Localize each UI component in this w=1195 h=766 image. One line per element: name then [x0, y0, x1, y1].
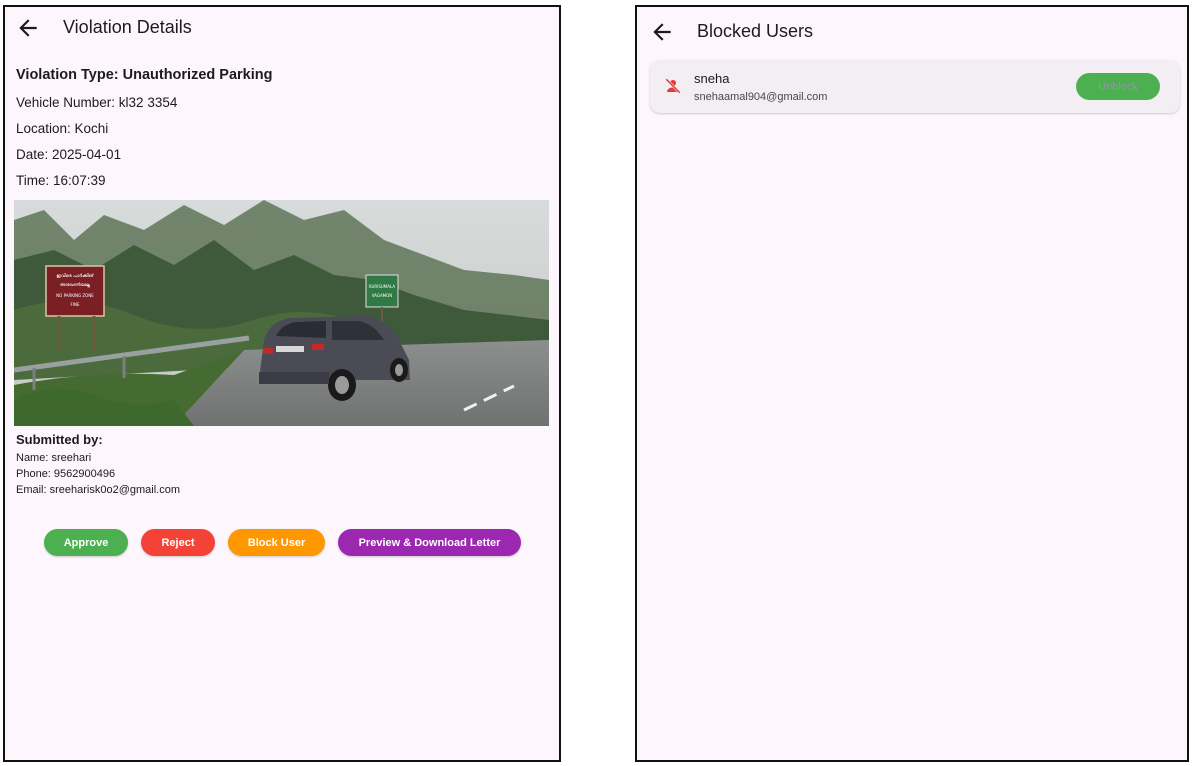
submitted-by-heading: Submitted by: [16, 432, 103, 447]
time: Time: 16:07:39 [16, 173, 106, 188]
violation-photo: ഇവിടെ പാർക്കിങ് അനുവദനീയമല്ല NO PARKING … [14, 200, 549, 426]
right-sign-line-2: VAGAMON [372, 293, 393, 298]
left-sign-line-1: ഇവിടെ പാർക്കിങ് [56, 273, 94, 279]
location: Location: Kochi [16, 121, 109, 136]
back-arrow-icon[interactable] [649, 19, 675, 45]
blocked-users-screen: Blocked Users sneha snehaamal904@gmail.c… [635, 5, 1189, 762]
submitter-name: Name: sreehari [16, 452, 92, 464]
violation-details-screen: Violation Details Violation Type: Unauth… [3, 5, 561, 762]
person-off-icon [664, 77, 682, 95]
unblock-button[interactable]: Unblock [1076, 73, 1160, 100]
page-title: Violation Details [63, 17, 192, 37]
right-sign-line-1: KURISUMALA [369, 284, 395, 289]
page-title: Blocked Users [697, 21, 814, 41]
app-bar: Blocked Users [637, 7, 1187, 51]
vehicle-number: Vehicle Number: kl32 3354 [16, 95, 178, 110]
preview-download-letter-button[interactable]: Preview & Download Letter [338, 529, 521, 556]
block-user-button[interactable]: Block User [228, 529, 325, 556]
back-arrow-icon[interactable] [15, 15, 41, 41]
app-bar: Violation Details [5, 7, 559, 51]
left-sign-line-3: NO PARKING ZONE [56, 293, 94, 298]
date: Date: 2025-04-01 [16, 147, 122, 162]
submitter-email: Email: sreeharisk0o2@gmail.com [16, 484, 181, 496]
blocked-user-item: sneha snehaamal904@gmail.com Unblock [650, 60, 1180, 113]
reject-button[interactable]: Reject [141, 529, 215, 556]
submitter-phone: Phone: 9562900496 [16, 468, 116, 480]
approve-button[interactable]: Approve [44, 529, 128, 556]
blocked-user-name: sneha [694, 71, 730, 86]
violation-type: Violation Type: Unauthorized Parking [16, 67, 273, 83]
blocked-user-email: snehaamal904@gmail.com [694, 91, 828, 103]
left-sign-line-4: FINE [71, 302, 80, 307]
